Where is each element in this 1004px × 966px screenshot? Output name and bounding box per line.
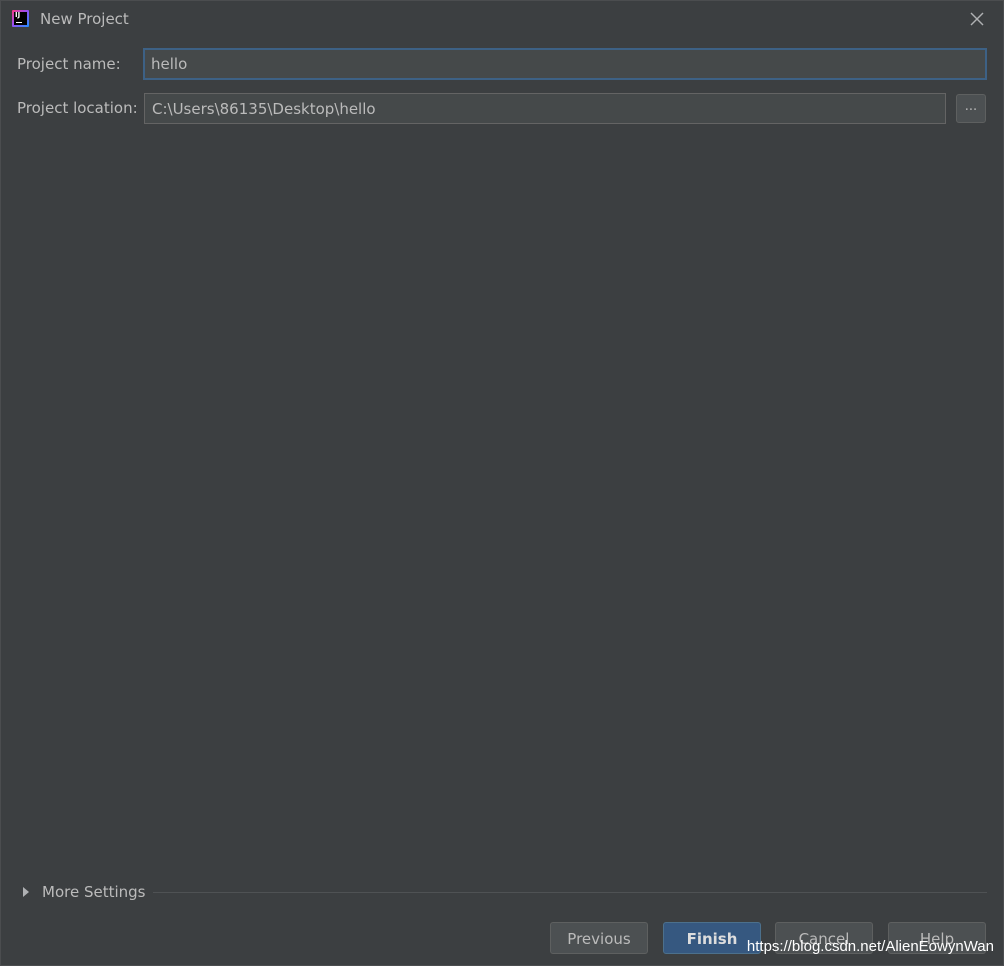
title-bar: New Project bbox=[1, 1, 1003, 37]
project-name-label: Project name: bbox=[17, 55, 121, 73]
more-settings-divider bbox=[153, 892, 987, 893]
project-location-label: Project location: bbox=[17, 99, 138, 117]
expand-arrow-icon bbox=[23, 887, 29, 897]
previous-button[interactable]: Previous bbox=[550, 922, 648, 954]
dialog-title: New Project bbox=[40, 10, 129, 28]
help-button[interactable]: Help bbox=[888, 922, 986, 954]
close-icon[interactable] bbox=[967, 9, 987, 29]
finish-button[interactable]: Finish bbox=[663, 922, 761, 954]
project-location-input[interactable] bbox=[144, 93, 946, 124]
more-settings-toggle[interactable]: More Settings bbox=[23, 881, 145, 903]
cancel-button[interactable]: Cancel bbox=[775, 922, 873, 954]
project-name-input[interactable] bbox=[143, 48, 987, 80]
browse-button[interactable]: ... bbox=[956, 94, 986, 123]
new-project-dialog: New Project Project name: Project locati… bbox=[0, 0, 1004, 966]
more-settings-label: More Settings bbox=[42, 883, 146, 901]
intellij-idea-icon bbox=[12, 10, 29, 27]
